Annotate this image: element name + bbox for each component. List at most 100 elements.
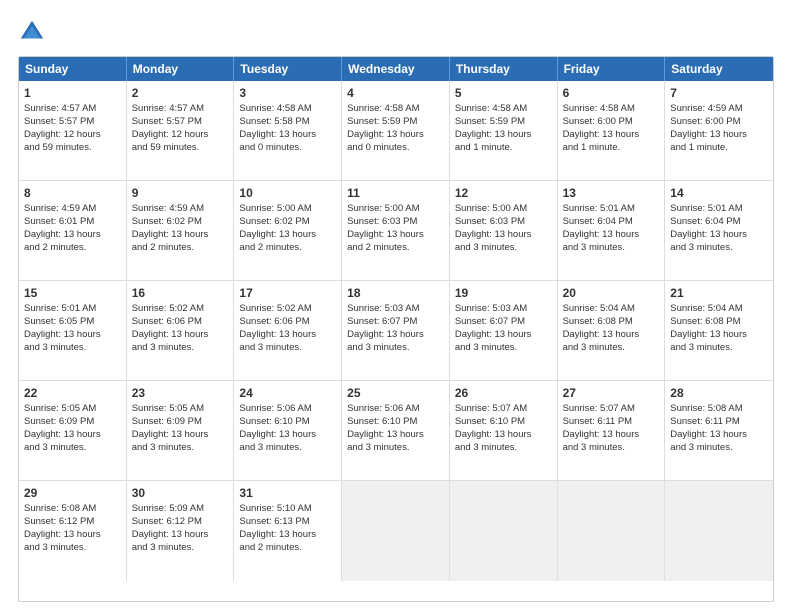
day-info-line: Sunset: 6:05 PM	[24, 316, 121, 329]
day-info-line: and 1 minute.	[455, 142, 552, 155]
day-info-line: Sunrise: 5:07 AM	[455, 403, 552, 416]
day-info-line: and 3 minutes.	[132, 442, 229, 455]
day-info-line: Daylight: 13 hours	[24, 429, 121, 442]
calendar-day-16: 16Sunrise: 5:02 AMSunset: 6:06 PMDayligh…	[127, 281, 235, 380]
day-number: 4	[347, 85, 444, 101]
day-info-line: and 3 minutes.	[563, 342, 660, 355]
day-info-line: Daylight: 13 hours	[347, 229, 444, 242]
calendar-day-24: 24Sunrise: 5:06 AMSunset: 6:10 PMDayligh…	[234, 381, 342, 480]
calendar-day-17: 17Sunrise: 5:02 AMSunset: 6:06 PMDayligh…	[234, 281, 342, 380]
day-info-line: Daylight: 12 hours	[132, 129, 229, 142]
day-info-line: Sunset: 6:08 PM	[563, 316, 660, 329]
header-day-monday: Monday	[127, 57, 235, 81]
calendar-day-29: 29Sunrise: 5:08 AMSunset: 6:12 PMDayligh…	[19, 481, 127, 581]
calendar-empty-cell	[665, 481, 773, 581]
day-info-line: Sunrise: 5:03 AM	[455, 303, 552, 316]
calendar-day-13: 13Sunrise: 5:01 AMSunset: 6:04 PMDayligh…	[558, 181, 666, 280]
day-info-line: Sunrise: 5:04 AM	[563, 303, 660, 316]
day-info-line: Sunset: 6:09 PM	[24, 416, 121, 429]
day-info-line: Daylight: 13 hours	[132, 529, 229, 542]
day-info-line: Daylight: 13 hours	[239, 129, 336, 142]
day-info-line: Sunrise: 4:58 AM	[455, 103, 552, 116]
day-info-line: Sunrise: 5:08 AM	[670, 403, 768, 416]
calendar-day-3: 3Sunrise: 4:58 AMSunset: 5:58 PMDaylight…	[234, 81, 342, 180]
day-info-line: and 2 minutes.	[239, 542, 336, 555]
day-info-line: Sunset: 6:00 PM	[670, 116, 768, 129]
calendar-day-12: 12Sunrise: 5:00 AMSunset: 6:03 PMDayligh…	[450, 181, 558, 280]
day-info-line: and 0 minutes.	[347, 142, 444, 155]
calendar-day-11: 11Sunrise: 5:00 AMSunset: 6:03 PMDayligh…	[342, 181, 450, 280]
day-info-line: Daylight: 13 hours	[563, 329, 660, 342]
day-info-line: Sunset: 6:00 PM	[563, 116, 660, 129]
day-info-line: Sunset: 6:11 PM	[670, 416, 768, 429]
day-info-line: Sunset: 6:01 PM	[24, 216, 121, 229]
day-number: 3	[239, 85, 336, 101]
day-info-line: Daylight: 13 hours	[24, 329, 121, 342]
day-number: 12	[455, 185, 552, 201]
header-day-wednesday: Wednesday	[342, 57, 450, 81]
day-info-line: Daylight: 13 hours	[563, 129, 660, 142]
day-info-line: Daylight: 13 hours	[239, 229, 336, 242]
calendar-day-18: 18Sunrise: 5:03 AMSunset: 6:07 PMDayligh…	[342, 281, 450, 380]
day-info-line: Sunrise: 5:04 AM	[670, 303, 768, 316]
calendar-day-25: 25Sunrise: 5:06 AMSunset: 6:10 PMDayligh…	[342, 381, 450, 480]
day-number: 9	[132, 185, 229, 201]
calendar-empty-cell	[342, 481, 450, 581]
day-info-line: Sunset: 6:11 PM	[563, 416, 660, 429]
day-number: 26	[455, 385, 552, 401]
day-number: 15	[24, 285, 121, 301]
day-info-line: Daylight: 12 hours	[24, 129, 121, 142]
day-number: 24	[239, 385, 336, 401]
day-info-line: and 3 minutes.	[347, 442, 444, 455]
calendar-week-2: 15Sunrise: 5:01 AMSunset: 6:05 PMDayligh…	[19, 281, 773, 381]
day-info-line: Daylight: 13 hours	[347, 129, 444, 142]
day-info-line: Sunset: 6:04 PM	[670, 216, 768, 229]
day-info-line: and 3 minutes.	[347, 342, 444, 355]
day-info-line: Daylight: 13 hours	[24, 229, 121, 242]
day-number: 13	[563, 185, 660, 201]
day-info-line: Daylight: 13 hours	[455, 229, 552, 242]
header-day-tuesday: Tuesday	[234, 57, 342, 81]
day-info-line: Daylight: 13 hours	[670, 429, 768, 442]
day-info-line: Daylight: 13 hours	[239, 329, 336, 342]
day-info-line: Sunrise: 4:57 AM	[24, 103, 121, 116]
day-info-line: and 3 minutes.	[239, 342, 336, 355]
day-info-line: and 2 minutes.	[132, 242, 229, 255]
day-info-line: Sunset: 6:10 PM	[239, 416, 336, 429]
day-number: 29	[24, 485, 121, 501]
day-info-line: and 59 minutes.	[24, 142, 121, 155]
day-number: 19	[455, 285, 552, 301]
calendar-day-2: 2Sunrise: 4:57 AMSunset: 5:57 PMDaylight…	[127, 81, 235, 180]
day-info-line: Sunrise: 5:00 AM	[239, 203, 336, 216]
day-info-line: and 3 minutes.	[24, 342, 121, 355]
header-day-thursday: Thursday	[450, 57, 558, 81]
day-info-line: Daylight: 13 hours	[132, 329, 229, 342]
day-info-line: Sunset: 6:03 PM	[455, 216, 552, 229]
day-info-line: Sunset: 6:12 PM	[132, 516, 229, 529]
day-number: 18	[347, 285, 444, 301]
day-info-line: Sunset: 6:07 PM	[347, 316, 444, 329]
day-number: 25	[347, 385, 444, 401]
day-info-line: Sunrise: 5:05 AM	[132, 403, 229, 416]
day-info-line: and 3 minutes.	[24, 442, 121, 455]
calendar-empty-cell	[558, 481, 666, 581]
day-info-line: Daylight: 13 hours	[455, 429, 552, 442]
day-info-line: Daylight: 13 hours	[239, 529, 336, 542]
day-info-line: and 1 minute.	[670, 142, 768, 155]
day-info-line: and 3 minutes.	[455, 442, 552, 455]
day-info-line: and 3 minutes.	[455, 342, 552, 355]
day-info-line: Sunset: 6:07 PM	[455, 316, 552, 329]
day-info-line: Sunrise: 5:08 AM	[24, 503, 121, 516]
day-info-line: and 2 minutes.	[24, 242, 121, 255]
header-day-sunday: Sunday	[19, 57, 127, 81]
day-info-line: and 3 minutes.	[455, 242, 552, 255]
day-info-line: Sunrise: 5:03 AM	[347, 303, 444, 316]
day-info-line: Daylight: 13 hours	[347, 429, 444, 442]
day-number: 20	[563, 285, 660, 301]
day-info-line: Sunset: 6:02 PM	[132, 216, 229, 229]
day-info-line: Sunset: 5:59 PM	[455, 116, 552, 129]
day-info-line: Sunrise: 5:07 AM	[563, 403, 660, 416]
day-number: 2	[132, 85, 229, 101]
day-number: 22	[24, 385, 121, 401]
day-info-line: Sunset: 6:10 PM	[455, 416, 552, 429]
